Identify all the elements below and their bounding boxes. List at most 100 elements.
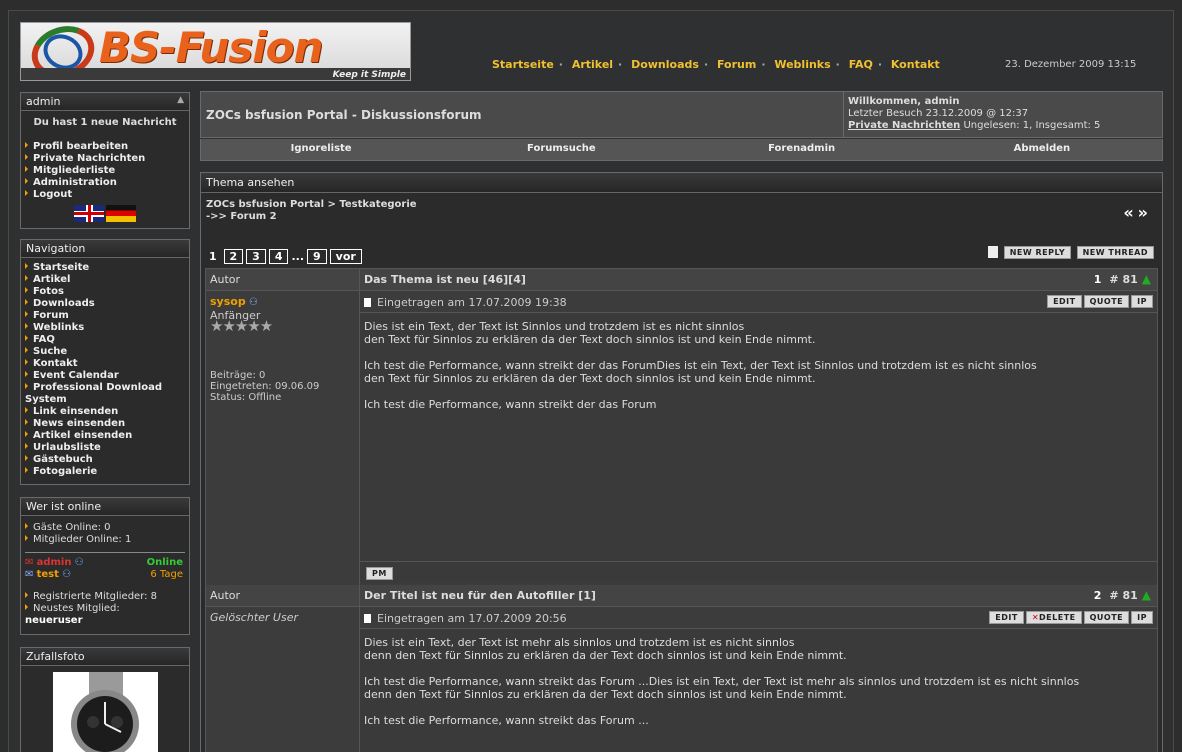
logo-tagline: Keep it Simple — [332, 70, 406, 80]
tab-forenadmin[interactable]: Forenadmin — [682, 139, 922, 160]
nav-link[interactable]: Link einsenden — [25, 406, 185, 418]
random-photo-panel: Zufallsfoto — [20, 647, 190, 752]
nav-link[interactable]: Startseite — [25, 262, 185, 274]
delete-button[interactable]: ✕DELETE — [1025, 611, 1082, 624]
author-status: Status: Offline — [210, 392, 282, 403]
topnav-weblinks[interactable]: Weblinks — [774, 58, 830, 71]
online-panel: Wer ist online Gäste Online: 0 Mitgliede… — [20, 497, 190, 635]
nav-link[interactable]: Suche — [25, 346, 185, 358]
nav-link[interactable]: Kontakt — [25, 358, 185, 370]
nav-link[interactable]: Artikel einsenden — [25, 430, 185, 442]
edit-button[interactable]: EDIT — [989, 611, 1024, 624]
new-reply-button[interactable]: NEW REPLY — [1003, 246, 1072, 259]
post-body-row: sysop ⚇ Anfänger ★★★★★ Beiträge: 0 Einge… — [206, 291, 1157, 585]
breadcrumb-forum[interactable]: ->> Forum 2 — [206, 211, 417, 223]
nav-link[interactable]: Fotogalerie — [25, 466, 185, 478]
nav-link[interactable]: Gästebuch — [25, 454, 185, 466]
quote-button[interactable]: QUOTE — [1083, 611, 1130, 624]
up-arrow-icon[interactable]: ▲ — [1142, 272, 1151, 286]
edit-button[interactable]: EDIT — [1047, 295, 1082, 308]
online-user-test[interactable]: test — [37, 569, 59, 580]
new-thread-button[interactable]: NEW THREAD — [1076, 246, 1154, 259]
author-joined: Eingetreten: 09.06.09 — [210, 381, 320, 392]
pagination: 1 2 3 4... 9 vor — [209, 249, 365, 264]
topnav-kontakt[interactable]: Kontakt — [891, 58, 940, 71]
pm-stats: Ungelesen: 1, Insgesamt: 5 — [963, 120, 1101, 131]
nav-link[interactable]: Professional Download System — [25, 382, 185, 406]
page-ellipsis: ... — [291, 250, 305, 263]
nav-link[interactable]: Event Calendar — [25, 370, 185, 382]
post-hash[interactable]: # 81 — [1109, 273, 1137, 286]
topnav-startseite[interactable]: Startseite — [492, 58, 554, 71]
post-body-row: Gelöschter User Eingetragen am 17.07.200… — [206, 607, 1157, 752]
user-panel-title: admin — [26, 95, 61, 108]
nav-link[interactable]: FAQ — [25, 334, 185, 346]
random-photo-image[interactable] — [53, 672, 158, 752]
forum-header: ZOCs bsfusion Portal - Diskussionsforum … — [200, 91, 1163, 161]
link-logout[interactable]: Logout — [25, 189, 185, 201]
registered-members: Registrierte Mitglieder: 8 — [25, 591, 185, 603]
next-page-link[interactable]: vor — [329, 249, 362, 264]
delete-x-icon: ✕ — [1031, 613, 1040, 622]
navigation-panel: Navigation Startseite Artikel Fotos Downloa… — [20, 239, 190, 485]
next-thread-icon[interactable]: » — [1138, 203, 1152, 222]
previous-thread-icon[interactable]: « — [1123, 203, 1137, 222]
watch-image-icon — [71, 672, 139, 752]
newest-member-label: Neustes Mitglied: — [25, 603, 185, 615]
random-photo-title: Zufallsfoto — [21, 648, 189, 666]
nav-link[interactable]: Forum — [25, 310, 185, 322]
thread-panel: Thema ansehen ZOCs bsfusion Portal > Tes… — [200, 172, 1163, 752]
last-page-link[interactable]: 9 — [307, 249, 327, 264]
topnav-downloads[interactable]: Downloads — [631, 58, 699, 71]
nav-link[interactable]: Fotos — [25, 286, 185, 298]
ip-button[interactable]: IP — [1131, 611, 1153, 624]
page-link[interactable]: 2 — [223, 249, 244, 264]
post-title-row: Autor Der Titel ist neu für den Autofill… — [206, 585, 1157, 607]
thread-box-title: Thema ansehen — [201, 173, 1162, 193]
nav-link[interactable]: News einsenden — [25, 418, 185, 430]
topnav-artikel[interactable]: Artikel — [572, 58, 613, 71]
post-author[interactable]: sysop — [210, 295, 246, 308]
navigation-title: Navigation — [21, 240, 189, 258]
link-administration[interactable]: Administration — [25, 177, 185, 189]
german-flag-icon[interactable] — [106, 205, 136, 222]
post-text: Dies ist ein Text, der Text ist Sinnlos … — [360, 313, 1157, 561]
guests-online: Gäste Online: 0 — [25, 522, 185, 534]
ip-button[interactable]: IP — [1131, 295, 1153, 308]
link-profil[interactable]: Profil bearbeiten — [25, 141, 185, 153]
tab-forumsuche[interactable]: Forumsuche — [441, 139, 681, 160]
up-arrow-icon[interactable]: ▲ — [1142, 588, 1151, 602]
post-number: 2 — [1093, 589, 1102, 602]
nav-link[interactable]: Urlaubsliste — [25, 442, 185, 454]
tab-ignoreliste[interactable]: Ignoreliste — [201, 139, 441, 160]
topnav-faq[interactable]: FAQ — [849, 58, 873, 71]
page-link[interactable]: 3 — [246, 249, 266, 264]
rank-stars-icon: ★★★★★ — [210, 317, 273, 335]
online-title: Wer ist online — [21, 498, 189, 516]
link-mitgliederliste[interactable]: Mitgliederliste — [25, 165, 185, 177]
quote-button[interactable]: QUOTE — [1083, 295, 1130, 308]
uk-flag-icon[interactable] — [74, 205, 104, 222]
pm-button[interactable]: PM — [366, 567, 393, 580]
pm-link[interactable]: Private Nachrichten — [848, 120, 960, 131]
topnav-forum[interactable]: Forum — [717, 58, 756, 71]
nav-link[interactable]: Downloads — [25, 298, 185, 310]
page-link[interactable]: 4 — [268, 249, 289, 264]
post-hash[interactable]: # 81 — [1109, 589, 1137, 602]
newest-member[interactable]: neueruser — [25, 615, 185, 627]
nav-link[interactable]: Weblinks — [25, 322, 185, 334]
collapse-icon[interactable]: ▲ — [177, 95, 184, 105]
welcome-text: Willkommen, admin — [848, 96, 960, 107]
user-test-status: 6 Tage — [150, 569, 183, 580]
online-user-admin[interactable]: admin — [37, 557, 72, 568]
new-message-notice[interactable]: Du hast 1 neue Nachricht — [25, 117, 185, 129]
site-logo[interactable]: BS-Fusion Keep it Simple — [20, 22, 411, 81]
members-online: Mitglieder Online: 1 — [25, 534, 185, 546]
tab-abmelden[interactable]: Abmelden — [922, 139, 1162, 160]
link-private-nachrichten[interactable]: Private Nachrichten — [25, 153, 185, 165]
document-icon[interactable] — [988, 246, 999, 258]
nav-link[interactable]: Artikel — [25, 274, 185, 286]
mail-icon: ✉ — [25, 557, 34, 568]
forum-title: ZOCs bsfusion Portal - Diskussionsforum — [206, 108, 482, 122]
breadcrumb[interactable]: ZOCs bsfusion Portal > Testkategorie — [206, 199, 417, 211]
